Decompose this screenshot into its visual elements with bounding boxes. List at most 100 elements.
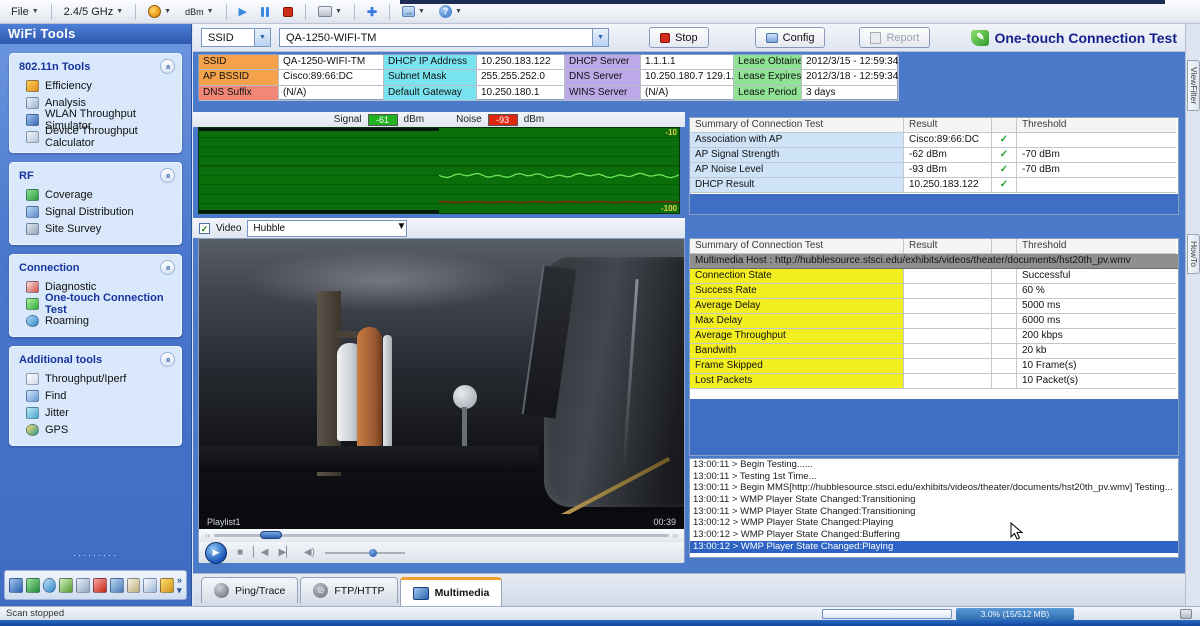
- sidebar-item-jitter[interactable]: Jitter: [10, 404, 181, 421]
- previous-track-button[interactable]: ▏◀: [253, 547, 268, 558]
- start-scan-button[interactable]: ▶: [234, 3, 252, 20]
- row-threshold: 20 kb: [1017, 344, 1176, 359]
- magnifier-icon: [26, 97, 39, 109]
- status-bar: Scan stopped 3.0% (15/512 MB): [0, 606, 1200, 620]
- report-icon[interactable]: [143, 578, 157, 593]
- collapse-section-button[interactable]: »: [160, 59, 175, 74]
- video-source-select[interactable]: Hubble ▼: [247, 220, 407, 237]
- log-line[interactable]: 13:00:11 > WMP Player State Changed:Tran…: [690, 506, 1178, 518]
- log-line[interactable]: 13:00:11 > Begin Testing......: [690, 459, 1178, 471]
- play-button[interactable]: ▶: [205, 542, 227, 564]
- log-line[interactable]: 13:00:11 > Testing 1st Time...: [690, 471, 1178, 483]
- sidebar-item-device-throughput-calculator[interactable]: Device Throughput Calculator: [10, 128, 181, 145]
- tab-view-filter[interactable]: ViewFilter: [1187, 60, 1200, 111]
- print-button[interactable]: ▼: [313, 4, 347, 19]
- stop-test-button[interactable]: Stop: [649, 27, 709, 48]
- video-frame[interactable]: [199, 239, 684, 514]
- log-line[interactable]: 13:00:11 > Begin MMS[http://hubblesource…: [690, 482, 1178, 494]
- fast-forward-icon[interactable]: ››: [673, 531, 678, 540]
- row-label: DHCP Result: [690, 178, 904, 193]
- packet-monitor-icon[interactable]: [76, 578, 90, 593]
- chart-icon[interactable]: [9, 578, 23, 593]
- table-row[interactable]: Average Delay 5000 ms: [690, 299, 1178, 314]
- sidebar-item-coverage[interactable]: Coverage: [10, 186, 181, 203]
- overflow-chevron-icon[interactable]: »▾: [177, 575, 182, 596]
- collapse-section-button[interactable]: »: [160, 352, 175, 367]
- sidebar-item-site-survey[interactable]: Site Survey: [10, 220, 181, 237]
- map-icon[interactable]: [59, 578, 73, 593]
- tab-how-to[interactable]: HowTo: [1187, 234, 1200, 274]
- log-line[interactable]: 13:00:12 > WMP Player State Changed:Buff…: [690, 529, 1178, 541]
- tab-ftp-http[interactable]: ⊘ FTP/HTTP: [300, 577, 397, 603]
- export-icon: →: [402, 6, 415, 17]
- seek-bar[interactable]: [214, 534, 668, 537]
- column-header: Summary of Connection Test: [690, 239, 904, 254]
- statistics-icon[interactable]: [110, 578, 124, 593]
- table-row[interactable]: DHCP Result 10.250.183.122 ✓: [690, 178, 1178, 193]
- sidebar-item-label: Device Throughput Calculator: [45, 125, 175, 149]
- titlebar-edge: [400, 0, 1165, 4]
- table-row[interactable]: Bandwith 20 kb: [690, 344, 1178, 359]
- move-arrows-icon: ✚: [367, 5, 377, 19]
- log-line[interactable]: 13:00:11 > WMP Player State Changed:Tran…: [690, 494, 1178, 506]
- sidebar-item-find[interactable]: Find: [10, 387, 181, 404]
- seek-thumb[interactable]: [260, 531, 282, 539]
- collapse-section-button[interactable]: »: [160, 260, 175, 275]
- table-row[interactable]: Success Rate 60 %: [690, 284, 1178, 299]
- ssid-mode-select[interactable]: SSID ▼: [201, 28, 271, 47]
- ssid-select[interactable]: QA-1250-WIFI-TM ▼: [279, 28, 609, 47]
- web-browser-icon[interactable]: [26, 578, 40, 593]
- video-checkbox[interactable]: ✓: [199, 223, 210, 234]
- tab-multimedia[interactable]: Multimedia: [400, 577, 503, 606]
- band-select-button[interactable]: 2.4/5 GHz ▼: [59, 4, 128, 20]
- volume-slider[interactable]: [325, 552, 405, 554]
- chevron-down-icon: ▼: [32, 8, 39, 15]
- move-button[interactable]: ✚: [362, 3, 382, 21]
- help-button[interactable]: ? ▼: [434, 3, 467, 20]
- collapse-section-button[interactable]: »: [160, 168, 175, 183]
- volume-thumb[interactable]: [369, 549, 377, 557]
- sidebar-item-gps[interactable]: GPS: [10, 421, 181, 438]
- config-button-label: Config: [783, 32, 815, 44]
- table-row[interactable]: AP Noise Level -93 dBm ✓ -70 dBm: [690, 163, 1178, 178]
- toolbar-separator: [51, 4, 52, 20]
- report-button[interactable]: Report: [859, 27, 930, 48]
- next-track-button[interactable]: ▶▏: [278, 547, 293, 558]
- export-button[interactable]: → ▼: [397, 4, 430, 19]
- pause-scan-button[interactable]: [256, 5, 274, 19]
- info-label: Lease Period: [734, 86, 802, 101]
- favorites-icon[interactable]: [93, 578, 107, 593]
- clipboard-icon[interactable]: [127, 578, 141, 593]
- sidebar-item-throughput-iperf[interactable]: Throughput/Iperf: [10, 370, 181, 387]
- sidebar-item-signal-distribution[interactable]: Signal Distribution: [10, 203, 181, 220]
- file-menu-button[interactable]: File ▼: [6, 4, 44, 20]
- tab-ping-trace[interactable]: Ping/Trace: [201, 577, 298, 603]
- config-button[interactable]: Config: [755, 27, 826, 48]
- table-row[interactable]: Frame Skipped 10 Frame(s): [690, 359, 1178, 374]
- log-line[interactable]: 13:00:12 > WMP Player State Changed:Play…: [690, 517, 1178, 529]
- table-row[interactable]: Average Throughput 200 kbps: [690, 329, 1178, 344]
- stop-playback-button[interactable]: ■: [237, 547, 243, 558]
- globe-icon[interactable]: [43, 578, 57, 593]
- stop-scan-button[interactable]: [278, 5, 298, 19]
- settings-icon[interactable]: [160, 578, 174, 593]
- sidebar-item-label: Coverage: [45, 189, 93, 201]
- table-row[interactable]: Association with AP Cisco:89:66:DC ✓: [690, 133, 1178, 148]
- sidebar-item-label: GPS: [45, 424, 68, 436]
- units-button[interactable]: dBm ▼: [180, 5, 218, 19]
- channel-options-button[interactable]: ▼: [143, 3, 176, 20]
- table-row[interactable]: Max Delay 6000 ms: [690, 314, 1178, 329]
- dock-handle[interactable]: ·········: [0, 550, 191, 560]
- table-row[interactable]: AP Signal Strength -62 dBm ✓ -70 dBm: [690, 148, 1178, 163]
- bar-chart-icon: [26, 80, 39, 92]
- help-icon: ?: [439, 5, 452, 18]
- tray-icon[interactable]: [1180, 609, 1192, 619]
- mute-button[interactable]: ◀): [304, 547, 315, 558]
- sidebar-item-efficiency[interactable]: Efficiency: [10, 77, 181, 94]
- info-label: AP BSSID: [199, 70, 279, 85]
- rewind-icon[interactable]: ‹‹: [205, 531, 210, 540]
- table-row[interactable]: Lost Packets 10 Packet(s): [690, 374, 1178, 389]
- sidebar-item-one-touch-connection-test[interactable]: One-touch Connection Test: [10, 295, 181, 312]
- table-row[interactable]: Connection State Successful: [690, 269, 1178, 284]
- log-line-selected[interactable]: 13:00:12 > WMP Player State Changed:Play…: [690, 541, 1178, 553]
